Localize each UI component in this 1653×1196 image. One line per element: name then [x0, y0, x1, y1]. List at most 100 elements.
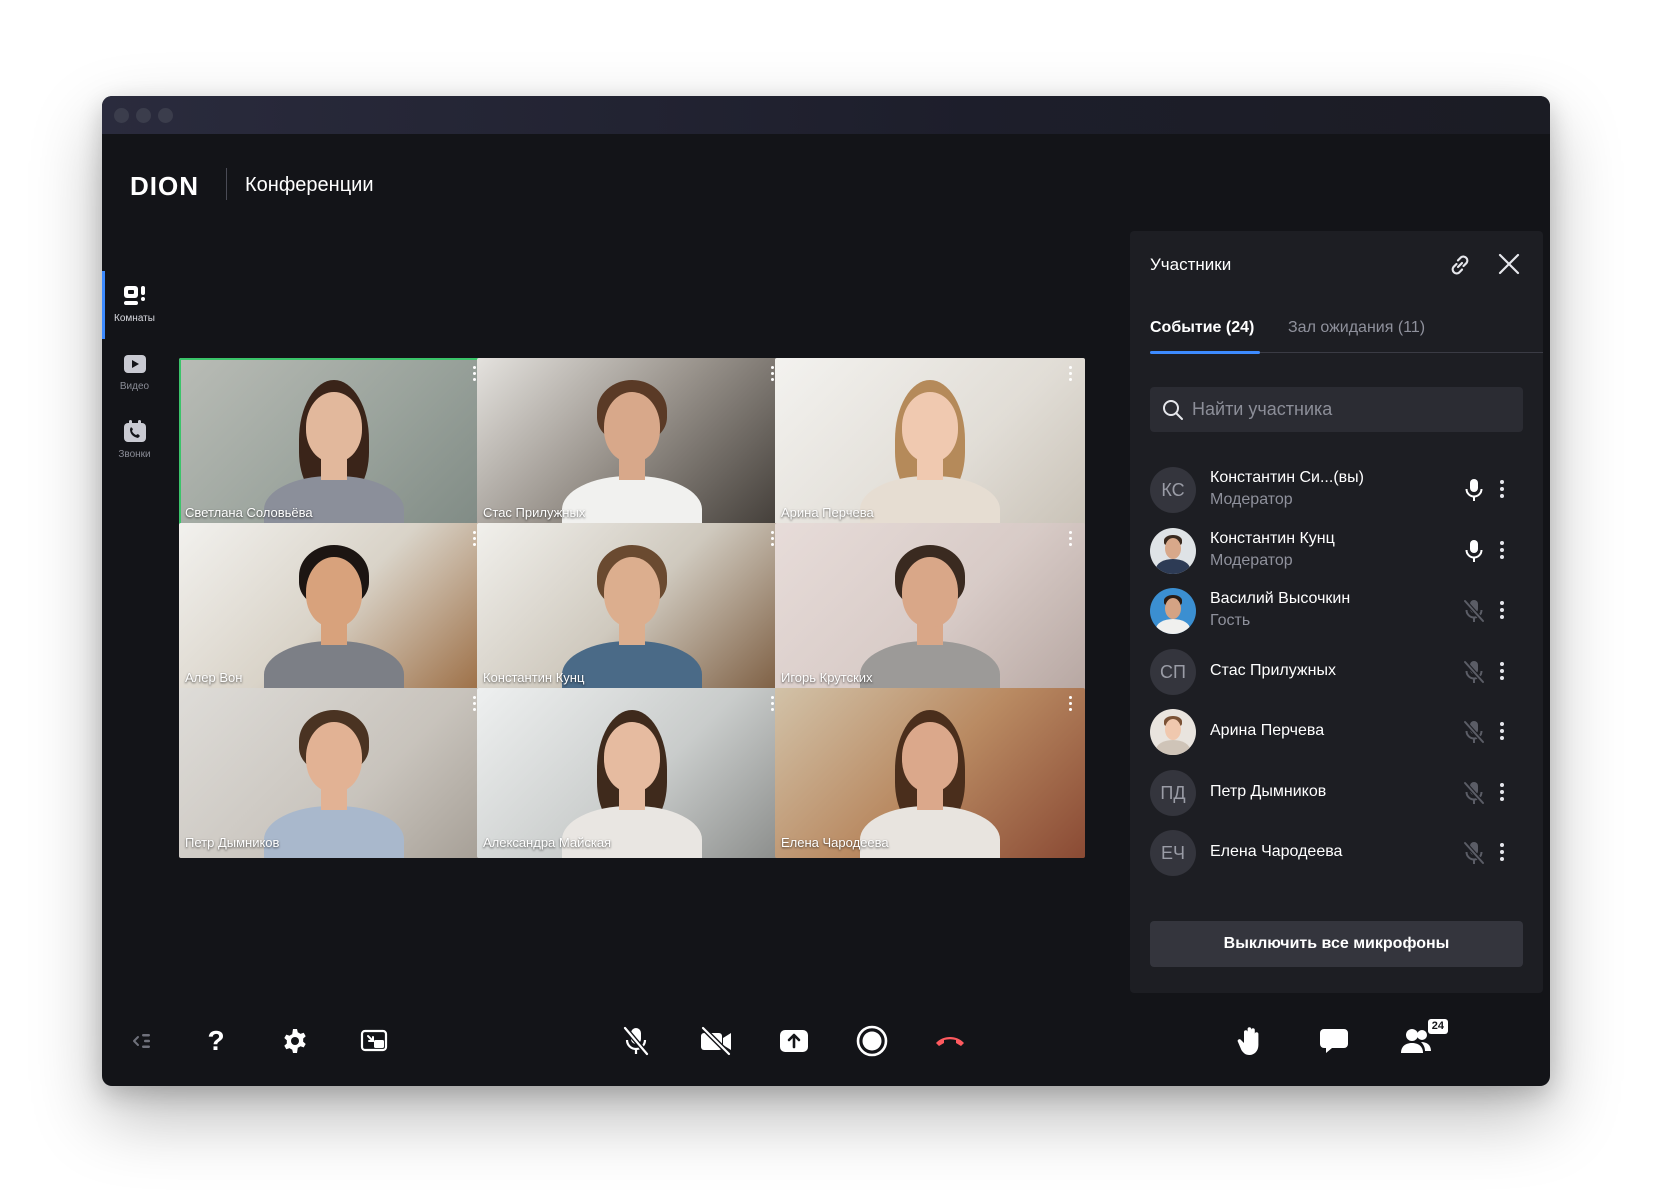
- upload-share-icon: [780, 1030, 808, 1052]
- close-icon[interactable]: [1496, 251, 1522, 277]
- hang-up-button[interactable]: [932, 1023, 968, 1059]
- tile-participant-name: Стас Прилужных: [483, 505, 586, 520]
- microphone-muted-icon[interactable]: [1462, 719, 1486, 745]
- video-tile[interactable]: Елена Чародеева: [775, 688, 1085, 858]
- more-options-icon[interactable]: [1498, 598, 1506, 624]
- bottom-toolbar: ? 24: [102, 1008, 1550, 1078]
- participant-row[interactable]: Константин Кунц Модератор: [1150, 521, 1523, 582]
- avatar-initials: ПД: [1150, 769, 1196, 816]
- tile-more-icon[interactable]: [1069, 531, 1073, 547]
- page-title: Конференции: [245, 174, 374, 196]
- participant-role: Модератор: [1210, 491, 1293, 508]
- participants-tabs: Событие (24) Зал ожидания (11): [1150, 319, 1543, 354]
- participants-count-badge: 24: [1427, 1019, 1448, 1034]
- tile-participant-name: Александра Майская: [483, 835, 612, 850]
- participant-role: Модератор: [1210, 551, 1293, 569]
- participant-row[interactable]: СП Стас Прилужных: [1150, 642, 1523, 703]
- picture-in-picture-icon: [360, 1029, 388, 1052]
- raise-hand-button[interactable]: [1232, 1023, 1268, 1059]
- video-tile[interactable]: Светлана Соловьёва: [179, 358, 489, 528]
- tile-more-icon[interactable]: [1069, 366, 1073, 382]
- participant-row[interactable]: Василий Высочкин Гость: [1150, 581, 1523, 642]
- calls-icon: [123, 420, 146, 442]
- tile-participant-name: Игорь Крутских: [781, 670, 873, 685]
- tile-participant-name: Алер Вон: [185, 670, 243, 685]
- collapse-sidebar-icon: [133, 1034, 150, 1048]
- microphone-muted-icon[interactable]: [1462, 598, 1486, 624]
- microphone-icon[interactable]: [1462, 477, 1486, 503]
- participant-row[interactable]: Арина Перчева: [1150, 702, 1523, 763]
- camera-toggle-button[interactable]: [698, 1023, 734, 1059]
- camera-off-icon: [701, 1026, 731, 1056]
- app-window: DION Конференции Комнаты Видео Звонки Св…: [102, 96, 1550, 1086]
- video-tile[interactable]: Арина Перчева: [775, 358, 1085, 528]
- picture-in-picture-button[interactable]: [356, 1023, 392, 1059]
- share-screen-button[interactable]: [776, 1023, 812, 1059]
- participant-list: КС Константин Си...(вы) Модератор Константи…: [1150, 460, 1523, 884]
- tile-participant-name: Арина Перчева: [781, 505, 874, 520]
- participant-row[interactable]: ЕЧ Елена Чародеева: [1150, 823, 1523, 884]
- search-icon: [1163, 400, 1183, 420]
- participant-video-feed: [552, 523, 712, 693]
- mute-all-button[interactable]: Выключить все микрофоны: [1150, 921, 1523, 967]
- window-minimize-dot[interactable]: [136, 108, 151, 123]
- tab-event[interactable]: Событие (24): [1150, 319, 1254, 337]
- settings-button[interactable]: [277, 1023, 313, 1059]
- help-button[interactable]: ?: [198, 1023, 234, 1059]
- more-options-icon[interactable]: [1498, 659, 1506, 685]
- collapse-sidebar-button[interactable]: [124, 1023, 160, 1059]
- video-tile[interactable]: Игорь Крутских: [775, 523, 1085, 693]
- microphone-muted-icon[interactable]: [1462, 659, 1486, 685]
- nav-label-video: Видео: [119, 381, 150, 392]
- participant-name: Константин Кунц: [1210, 529, 1335, 547]
- avatar-initials: ЕЧ: [1150, 830, 1196, 876]
- video-tile[interactable]: Алер Вон: [179, 523, 489, 693]
- video-tile[interactable]: Константин Кунц: [477, 523, 787, 693]
- hand-icon: [1237, 1027, 1259, 1055]
- nav-item-rooms[interactable]: Комнаты: [102, 271, 167, 339]
- more-options-icon[interactable]: [1498, 477, 1506, 503]
- video-tile[interactable]: Петр Дымников: [179, 688, 489, 858]
- participant-row[interactable]: КС Константин Си...(вы) Модератор: [1150, 460, 1523, 521]
- app-header: DION Конференции: [102, 134, 1550, 238]
- more-options-icon[interactable]: [1498, 780, 1506, 806]
- video-tile[interactable]: Александра Майская: [477, 688, 787, 858]
- tab-waiting-room[interactable]: Зал ожидания (11): [1288, 319, 1425, 337]
- chat-button[interactable]: [1316, 1023, 1352, 1059]
- participant-video-feed: [850, 523, 1010, 693]
- search-input[interactable]: [1192, 387, 1512, 432]
- participant-video-feed: [552, 688, 712, 858]
- active-tab-indicator: [1150, 351, 1260, 354]
- tile-participant-name: Елена Чародеева: [781, 835, 889, 850]
- avatar: [1150, 709, 1196, 755]
- microphone-icon[interactable]: [1462, 538, 1486, 564]
- nav-item-video[interactable]: Видео: [102, 339, 167, 407]
- gear-icon: [284, 1029, 306, 1053]
- tile-more-icon[interactable]: [1069, 696, 1073, 712]
- nav-label-rooms: Комнаты: [114, 313, 155, 324]
- more-options-icon[interactable]: [1498, 538, 1506, 564]
- participant-video-feed: [850, 688, 1010, 858]
- tile-participant-name: Константин Кунц: [483, 670, 585, 685]
- link-icon[interactable]: [1446, 251, 1474, 279]
- window-maximize-dot[interactable]: [158, 108, 173, 123]
- video-tile[interactable]: Стас Прилужных: [477, 358, 787, 528]
- microphone-toggle-button[interactable]: [618, 1023, 654, 1059]
- participant-name: Елена Чародеева: [1210, 843, 1343, 860]
- participant-video-feed: [254, 358, 414, 528]
- record-button[interactable]: [854, 1023, 890, 1059]
- microphone-muted-icon[interactable]: [1462, 780, 1486, 806]
- participants-button[interactable]: 24: [1398, 1019, 1448, 1059]
- avatar: [1150, 527, 1196, 574]
- avatar-initials: СП: [1150, 648, 1196, 695]
- participant-name: Арина Перчева: [1210, 722, 1325, 739]
- panel-title: Участники: [1150, 255, 1232, 274]
- participant-row[interactable]: ПД Петр Дымников: [1150, 763, 1523, 824]
- more-options-icon[interactable]: [1498, 840, 1506, 866]
- nav-item-calls[interactable]: Звонки: [102, 407, 167, 475]
- participants-panel: Участники Событие (24) Зал ожидания (11)…: [1130, 231, 1543, 993]
- window-close-dot[interactable]: [114, 108, 129, 123]
- microphone-off-icon: [623, 1026, 649, 1056]
- more-options-icon[interactable]: [1498, 719, 1506, 745]
- microphone-muted-icon[interactable]: [1462, 840, 1486, 866]
